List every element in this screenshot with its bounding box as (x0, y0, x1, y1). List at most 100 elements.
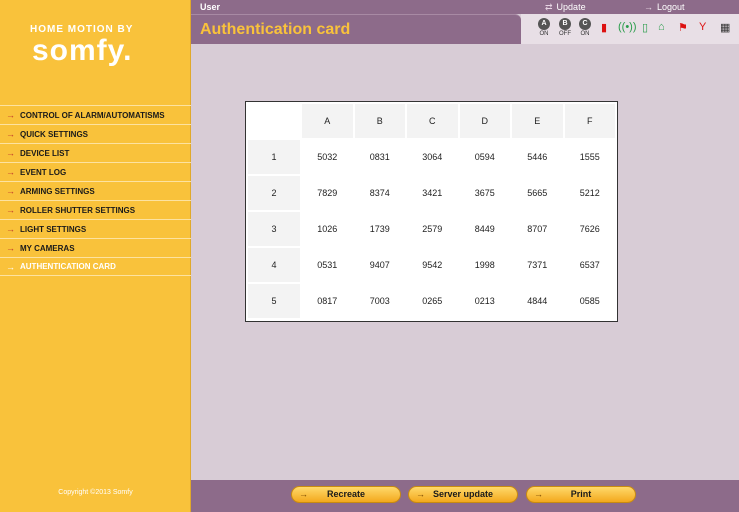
sidebar-item-label: ROLLER SHUTTER SETTINGS (20, 205, 136, 215)
table-cell: 6537 (579, 260, 600, 270)
table-cell: 1739 (369, 224, 390, 234)
column-header: B (354, 104, 405, 138)
row-header: 5 (248, 284, 300, 318)
mode-a-indicator: A ON (537, 18, 551, 37)
recreate-button[interactable]: → Recreate (291, 486, 401, 503)
sidebar-item-event-log[interactable]: → EVENT LOG (0, 162, 191, 181)
mode-a-icon: A (538, 18, 550, 30)
column-header: E (512, 104, 563, 138)
main-content: A B C D E F 1 5032 0831 3064 0594 5446 1… (191, 44, 739, 480)
table-row: 3 1026 1739 2579 8449 8707 7626 (248, 212, 615, 246)
arrow-right-icon: → (6, 129, 15, 139)
antenna-icon: Y (699, 21, 707, 33)
row-header: 4 (248, 248, 300, 282)
signal-icon: ((•)) (618, 21, 637, 33)
table-cell: 8449 (474, 224, 495, 234)
refresh-icon: ⇄ (545, 2, 553, 12)
mode-a-state: ON (539, 31, 549, 37)
calendar-icon: ▦ (720, 22, 731, 34)
column-header: D (459, 104, 510, 138)
arrow-right-icon: → (416, 489, 425, 499)
page-title: Authentication card (200, 21, 351, 38)
table-cell: 5446 (527, 152, 548, 162)
table-row: 2 7829 8374 3421 3675 5665 5212 (248, 176, 615, 210)
arrow-right-icon: → (6, 224, 15, 234)
table-row: 4 0531 9407 9542 1998 7371 6537 (248, 248, 615, 282)
mode-c-indicator: C ON (578, 18, 592, 37)
sidebar-item-my-cameras[interactable]: → MY CAMERAS (0, 238, 191, 257)
sidebar-item-device-list[interactable]: → DEVICE LIST (0, 143, 191, 162)
logout-label: Logout (657, 2, 685, 12)
arrow-right-icon: → (6, 205, 15, 215)
mode-c-state: ON (580, 31, 590, 37)
column-header: F (564, 104, 615, 138)
sidebar-item-label: LIGHT SETTINGS (20, 224, 87, 234)
table-cell: 7003 (369, 296, 390, 306)
sidebar-item-authentication-card[interactable]: → AUTHENTICATION CARD (0, 257, 191, 276)
sidebar-item-control-of-alarm[interactable]: → CONTROL OF ALARM/AUTOMATISMS (0, 105, 191, 124)
table-cell: 7829 (317, 188, 338, 198)
table-cell: 1998 (474, 260, 495, 270)
table-cell: 8707 (527, 224, 548, 234)
arrow-right-icon: → (299, 489, 308, 499)
sidebar-item-light-settings[interactable]: → LIGHT SETTINGS (0, 219, 191, 238)
update-link[interactable]: ⇄ Update (545, 2, 586, 13)
table-cell: 7626 (579, 224, 600, 234)
bottom-bar: → Recreate → Server update → Print (191, 480, 739, 512)
sidebar-item-label: MY CAMERAS (20, 243, 75, 253)
flag-icon: ⚑ (678, 22, 688, 34)
table-cell: 0831 (369, 152, 390, 162)
user-label: User (200, 2, 221, 12)
table-cell: 8374 (369, 188, 390, 198)
table-cell: 0585 (579, 296, 600, 306)
table-row: 1 5032 0831 3064 0594 5446 1555 (248, 140, 615, 174)
mode-b-indicator: B OFF (558, 18, 572, 37)
mode-c-icon: C (579, 18, 591, 30)
table-cell: 0531 (317, 260, 338, 270)
table-cell: 0213 (474, 296, 495, 306)
table-cell: 3064 (422, 152, 443, 162)
sidebar-item-label: CONTROL OF ALARM/AUTOMATISMS (20, 110, 165, 120)
arrow-right-icon: → (6, 110, 15, 120)
arrow-right-icon: → (6, 186, 15, 196)
arrow-right-icon: → (534, 489, 543, 499)
row-header: 2 (248, 176, 300, 210)
arrow-right-icon: → (6, 243, 15, 253)
recreate-label: Recreate (326, 489, 366, 499)
table-cell: 1026 (317, 224, 338, 234)
update-label: Update (556, 2, 586, 12)
table-cell: 1555 (579, 152, 600, 162)
authentication-table: A B C D E F 1 5032 0831 3064 0594 5446 1… (246, 102, 617, 320)
server-update-button[interactable]: → Server update (408, 486, 518, 503)
sidebar-nav: → CONTROL OF ALARM/AUTOMATISMS → QUICK S… (0, 105, 191, 276)
table-cell: 4844 (527, 296, 548, 306)
table-cell: 9542 (422, 260, 443, 270)
logout-link[interactable]: → Logout (644, 2, 685, 12)
battery-icon: ▮ (601, 22, 608, 34)
print-button[interactable]: → Print (526, 486, 636, 503)
status-bar: A ON B OFF C ON ▮ ((•)) ▯ ⌂ ⚑ Y ▦ (521, 14, 739, 44)
sidebar-item-label: QUICK SETTINGS (20, 129, 89, 139)
table-cell: 3675 (474, 188, 495, 198)
sidebar-item-roller-shutter-settings[interactable]: → ROLLER SHUTTER SETTINGS (0, 200, 191, 219)
authentication-card: A B C D E F 1 5032 0831 3064 0594 5446 1… (245, 101, 618, 322)
sidebar-item-arming-settings[interactable]: → ARMING SETTINGS (0, 181, 191, 200)
arrow-right-icon: → (6, 261, 15, 272)
somfy-logo: somfy. (32, 34, 133, 67)
table-cell: 3421 (422, 188, 443, 198)
table-cell: 2579 (422, 224, 443, 234)
sidebar-item-quick-settings[interactable]: → QUICK SETTINGS (0, 124, 191, 143)
table-cell: 5032 (317, 152, 338, 162)
table-cell: 0265 (422, 296, 443, 306)
arrow-right-icon: → (6, 148, 15, 158)
row-header: 3 (248, 212, 300, 246)
top-bar: User ⇄ Update → Logout (191, 0, 739, 14)
sidebar-item-label: AUTHENTICATION CARD (20, 262, 116, 271)
device-icon: ▯ (642, 22, 649, 34)
table-cell: 0817 (317, 296, 338, 306)
column-header: C (407, 104, 458, 138)
arrow-right-icon: → (6, 167, 15, 177)
mode-b-icon: B (559, 18, 571, 30)
table-corner (248, 104, 300, 138)
home-icon: ⌂ (658, 21, 665, 33)
